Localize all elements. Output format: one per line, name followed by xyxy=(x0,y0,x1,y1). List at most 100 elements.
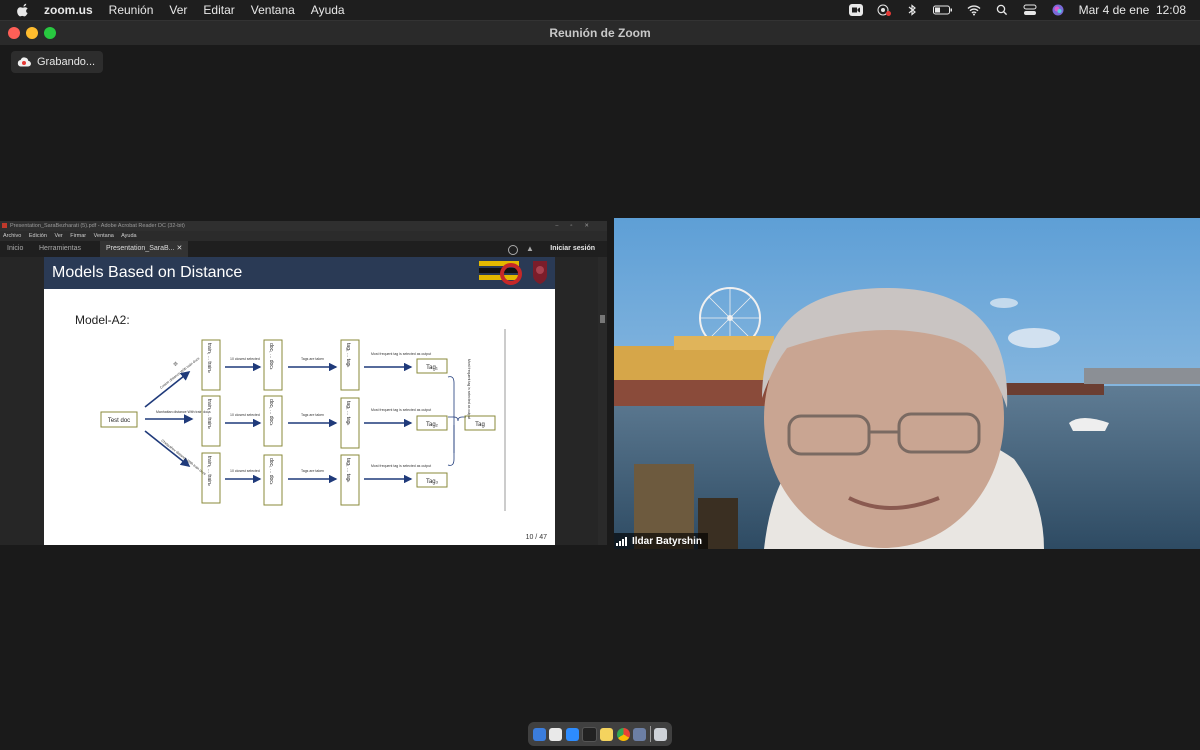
battery-icon[interactable] xyxy=(932,4,953,16)
trash-icon[interactable] xyxy=(654,727,668,741)
chrome-icon[interactable] xyxy=(616,727,630,741)
acrobat-menu-ayuda[interactable]: Ayuda xyxy=(121,233,137,239)
most-label-3: Most frequent tag is selected as output xyxy=(371,464,431,468)
tab-inicio[interactable]: Inicio xyxy=(7,241,23,257)
zoom-camera-icon[interactable] xyxy=(848,4,863,16)
acrobat-menu-ver[interactable]: Ver xyxy=(54,233,62,239)
preview-icon[interactable] xyxy=(633,727,647,741)
acrobat-window-title: Presentation_SaraBezharati (5).pdf - Ado… xyxy=(10,223,185,229)
doc-box-3-label: doc₁ ... docₖ xyxy=(268,458,274,485)
select-label-2: 10 closest selected xyxy=(230,413,260,417)
menu-ventana[interactable]: Ventana xyxy=(251,3,295,17)
out-tag-2-label: Tag₂ xyxy=(426,422,439,428)
doc-box-1-label: doc₁ ... docₖ xyxy=(268,343,274,370)
screen-record-icon[interactable] xyxy=(877,4,891,16)
cloud-record-icon xyxy=(17,57,31,67)
acrobat-menubar: Archivo Edición Ver Firmar Ventana Ayuda xyxy=(0,231,607,241)
acrobat-titlebar: Presentation_SaraBezharati (5).pdf - Ado… xyxy=(0,221,607,231)
model-diagram: Test doc Cosine distance With train docs… xyxy=(100,329,506,511)
select-label-3: 10 closest selected xyxy=(230,469,260,473)
finder-icon[interactable] xyxy=(532,727,546,741)
menu-ver[interactable]: Ver xyxy=(169,3,187,17)
out-tag-1-label: Tag₁ xyxy=(426,365,438,371)
bracket-mid xyxy=(448,416,466,422)
train-box-1-label: train₁ ... trainₙ xyxy=(206,343,212,373)
edge-chebyshev-label: Chebyshev distance With train docs xyxy=(160,439,207,477)
document-scrollbar[interactable] xyxy=(598,257,607,545)
edge-chebyshev xyxy=(144,430,191,467)
participant-video[interactable]: Ildar Batyrshin xyxy=(614,218,1200,549)
acrobat-logo-icon xyxy=(2,223,7,228)
final-label: Most frequent tag is selected as output xyxy=(467,359,471,419)
zoom-window: Reunión de Zoom Grabando... Presentation… xyxy=(0,20,1200,721)
tag-box-3-label: tag₁ ... tagₖ xyxy=(345,458,351,483)
acrobat-window-controls: –▫✕ xyxy=(555,223,601,229)
video-background xyxy=(614,218,1200,549)
window-title: Reunión de Zoom xyxy=(549,26,651,40)
pdf-slide: Models Based on Distance Model-A2: Test … xyxy=(44,257,555,545)
out-tag-3-label: Tag₃ xyxy=(426,479,439,485)
slide-page-number: 10 / 47 xyxy=(525,534,547,541)
menubar-status-area: Mar 4 de ene 12:08 xyxy=(848,0,1186,20)
launchpad-icon[interactable] xyxy=(549,727,563,741)
recording-label: Grabando... xyxy=(37,56,96,68)
menu-editar[interactable]: Editar xyxy=(203,3,234,17)
doc-box-2-label: doc₁ ... docₖ xyxy=(268,399,274,426)
fullscreen-window-button[interactable] xyxy=(44,27,56,39)
signal-strength-icon xyxy=(616,536,627,546)
most-label-1: Most frequent tag is selected as output xyxy=(371,352,431,356)
window-titlebar[interactable]: Reunión de Zoom xyxy=(0,21,1200,45)
tab-document-label: Presentation_SaraB... xyxy=(106,245,175,252)
menubar: zoom.us Reunión Ver Editar Ventana Ayuda… xyxy=(0,0,1200,20)
tag-box-2-label: tag₁ ... tagₖ xyxy=(345,401,351,426)
tab-herramientas[interactable]: Herramientas xyxy=(39,241,81,257)
tag-box-1-label: tag₁ ... tagₖ xyxy=(345,343,351,368)
edge-manhattan-label: Manhattan distance With train docs xyxy=(156,410,211,414)
dock-separator xyxy=(649,726,651,742)
tab-document[interactable]: Presentation_SaraB... ✕ xyxy=(100,241,189,257)
taken-label-2: Tags are taken xyxy=(301,413,324,417)
train-box-2-label: train₁ ... trainₙ xyxy=(206,399,212,429)
train-box-3-label: train₁ ... trainₙ xyxy=(206,456,212,486)
notifications-bell-icon[interactable]: ▲ xyxy=(526,241,534,257)
acrobat-menu-edicion[interactable]: Edición xyxy=(29,233,47,239)
select-label-1: 10 closest selected xyxy=(230,357,260,361)
edge-cosine xyxy=(144,371,191,408)
recording-indicator[interactable]: Grabando... xyxy=(11,51,104,73)
edge-cosine-label: Cosine distance With train docs xyxy=(159,356,200,389)
spotlight-search-icon[interactable] xyxy=(995,4,1009,16)
tab-close-icon[interactable]: ✕ xyxy=(176,245,182,252)
menu-ayuda[interactable]: Ayuda xyxy=(311,3,345,17)
minimize-window-button[interactable] xyxy=(26,27,38,39)
final-tag-label: Tag xyxy=(475,422,485,428)
close-window-button[interactable] xyxy=(8,27,20,39)
acrobat-menu-firmar[interactable]: Firmar xyxy=(70,233,86,239)
menu-reunion[interactable]: Reunión xyxy=(109,3,154,17)
menubar-app-name[interactable]: zoom.us xyxy=(44,3,93,17)
participant-name: Ildar Batyrshin xyxy=(632,535,703,547)
notes-icon[interactable] xyxy=(600,727,614,741)
participant-name-tag: Ildar Batyrshin xyxy=(614,533,709,549)
macos-dock xyxy=(528,722,672,746)
apple-icon[interactable] xyxy=(16,3,30,17)
wifi-icon[interactable] xyxy=(967,4,981,16)
pier xyxy=(614,380,774,406)
siri-icon[interactable] xyxy=(1051,4,1065,16)
acrobat-menu-archivo[interactable]: Archivo xyxy=(3,233,21,239)
acrobat-menu-ventana[interactable]: Ventana xyxy=(94,233,114,239)
bluetooth-icon[interactable] xyxy=(905,4,919,16)
cursor-move-icon: ✥ xyxy=(173,361,178,368)
help-icon[interactable] xyxy=(508,245,518,255)
test-doc-label: Test doc xyxy=(108,418,130,424)
menubar-datetime[interactable]: Mar 4 de ene 12:08 xyxy=(1079,3,1186,17)
taken-label-1: Tags are taken xyxy=(301,357,324,361)
taken-label-3: Tags are taken xyxy=(301,469,324,473)
terminal-icon[interactable] xyxy=(582,726,598,742)
scrollbar-thumb[interactable] xyxy=(600,315,605,323)
most-label-2: Most frequent tag is selected as output xyxy=(371,408,431,412)
shared-screen[interactable]: Presentation_SaraBezharati (5).pdf - Ado… xyxy=(0,221,607,545)
zoom-app-icon[interactable] xyxy=(565,727,579,741)
university-seal xyxy=(533,261,547,284)
iniciar-sesion-button[interactable]: Iniciar sesión xyxy=(550,241,595,257)
control-center-icon[interactable] xyxy=(1023,4,1037,16)
